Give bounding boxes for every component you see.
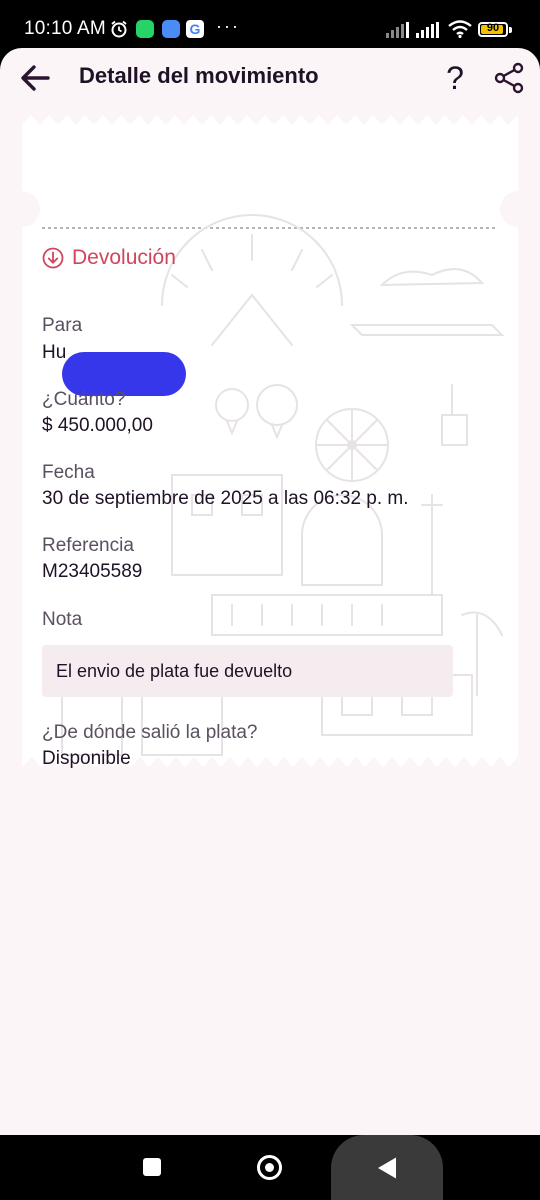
- date-label: Fecha: [42, 462, 95, 483]
- home-icon-dot: [265, 1163, 274, 1172]
- note-value: El envio de plata fue devuelto: [56, 661, 293, 681]
- share-icon[interactable]: [491, 60, 527, 96]
- home-icon[interactable]: [257, 1155, 282, 1180]
- amount-value: $ 450.000,00: [42, 415, 153, 436]
- top-app-bar: Detalle del movimiento ?: [0, 48, 540, 108]
- battery-icon: 90: [478, 22, 508, 37]
- back-icon[interactable]: [376, 1156, 398, 1180]
- back-arrow-icon[interactable]: [18, 60, 54, 96]
- google-icon: G: [186, 20, 204, 38]
- arrow-down-circle-icon: [42, 247, 64, 269]
- battery-tip: [509, 27, 512, 33]
- calendar-icon: [162, 20, 180, 38]
- page-title: Detalle del movimiento: [79, 63, 319, 88]
- movement-type-label: Devolución: [72, 246, 176, 269]
- note-label: Nota: [42, 609, 83, 630]
- note-box: El envio de plata fue devuelto: [42, 645, 453, 697]
- more-notifications-icon: ···: [216, 16, 240, 36]
- recipient-value: Hu: [42, 342, 67, 363]
- status-bar: 10:10 AM G ··· 90: [0, 0, 540, 48]
- source-value: Disponible: [42, 748, 131, 769]
- status-time: 10:10 AM: [24, 18, 106, 39]
- source-label: ¿De dónde salió la plata?: [42, 722, 258, 743]
- recipient-label: Para: [42, 315, 83, 336]
- reference-value: M23405589: [42, 561, 143, 582]
- battery-level: 90: [486, 22, 500, 34]
- app-screen: Detalle del movimiento ? Devolución Para…: [0, 48, 540, 1135]
- receipt-card: Devolución Para Hu ¿Cuánto? $ 450.000,00…: [22, 115, 518, 769]
- amount-label: ¿Cuánto?: [42, 389, 126, 410]
- movement-type: Devolución: [42, 243, 176, 273]
- wifi-icon: [448, 20, 472, 38]
- recents-icon[interactable]: [143, 1158, 161, 1176]
- date-value: 30 de septiembre de 2025 a las 06:32 p. …: [42, 488, 409, 509]
- reference-label: Referencia: [42, 535, 134, 556]
- signal-icon: [386, 22, 409, 38]
- signal-icon: [416, 22, 439, 38]
- help-icon[interactable]: ?: [440, 58, 470, 98]
- system-nav-bar: [0, 1135, 540, 1200]
- whatsapp-icon: [136, 20, 154, 38]
- alarm-icon: [111, 20, 127, 38]
